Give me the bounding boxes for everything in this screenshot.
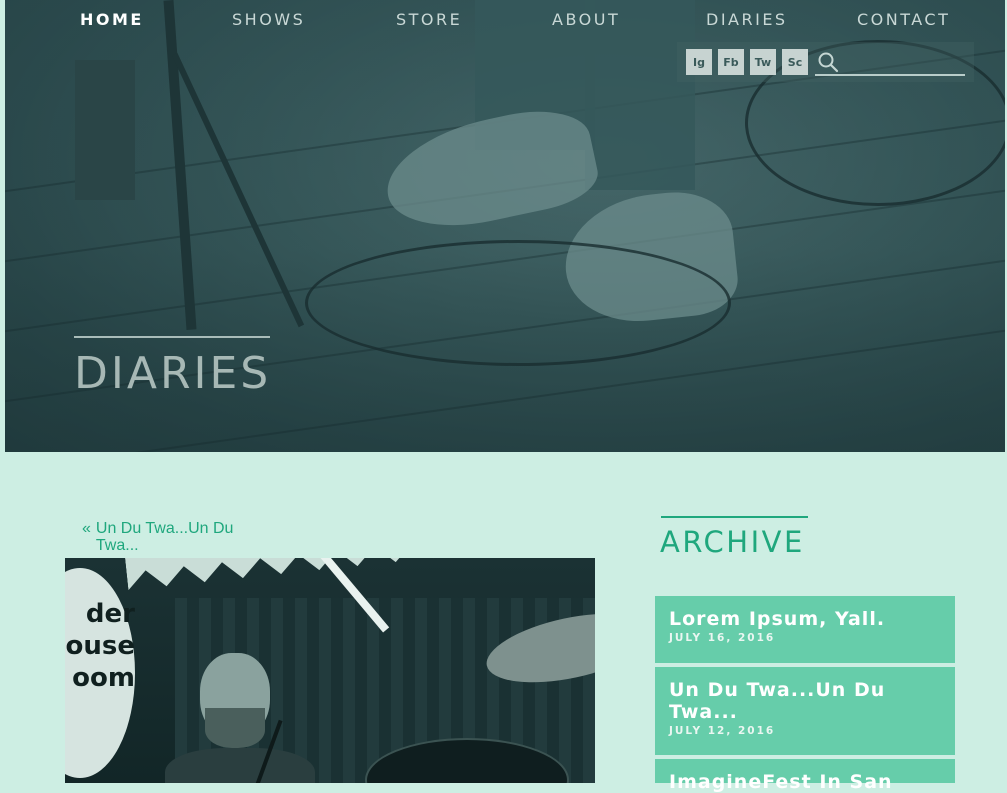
venue-sign-text: der ouse oom	[65, 599, 135, 693]
facebook-icon[interactable]: Fb	[718, 49, 744, 75]
archive-title-rule	[661, 516, 808, 518]
nav-item-contact[interactable]: CONTACT	[857, 10, 950, 29]
archive-item-title: Un Du Twa...Un Du Twa...	[669, 679, 886, 723]
archive-item-date: JULY 12, 2016	[669, 725, 776, 737]
archive-item[interactable]: Lorem Ipsum, Yall. JULY 16, 2016	[655, 596, 955, 663]
search-input[interactable]	[841, 50, 965, 74]
search-box	[815, 50, 965, 76]
search-icon[interactable]	[817, 51, 839, 73]
twitter-icon[interactable]: Tw	[750, 49, 776, 75]
hero-title-rule	[74, 336, 270, 338]
nav-item-diaries[interactable]: DIARIES	[706, 10, 788, 29]
nav-item-store[interactable]: STORE	[396, 10, 462, 29]
nav-item-shows[interactable]: SHOWS	[232, 10, 305, 29]
prev-post-label: Un Du Twa...Un Du Twa...	[95, 520, 234, 554]
nav-item-about[interactable]: ABOUT	[552, 10, 620, 29]
social-bar: Ig Fb Tw Sc	[677, 42, 974, 82]
post-image: der ouse oom	[65, 558, 595, 783]
prev-arrow-icon: «	[82, 520, 91, 537]
archive-item-date: JULY 16, 2016	[669, 632, 776, 644]
archive-item-title: ImagineFest In San	[669, 771, 893, 793]
soundcloud-icon[interactable]: Sc	[782, 49, 808, 75]
main-nav: HOME SHOWS STORE ABOUT DIARIES CONTACT	[5, 0, 1005, 40]
instagram-icon[interactable]: Ig	[686, 49, 712, 75]
archive-item[interactable]: Un Du Twa...Un Du Twa... JULY 12, 2016	[655, 667, 955, 755]
archive-item[interactable]: ImagineFest In San	[655, 759, 955, 793]
archive-heading: ARCHIVE	[660, 525, 805, 559]
nav-item-home[interactable]: HOME	[80, 10, 144, 29]
archive-item-title: Lorem Ipsum, Yall.	[669, 608, 886, 630]
prev-post-link[interactable]: « Un Du Twa...Un Du Twa...	[82, 520, 252, 554]
page-title: DIARIES	[74, 348, 272, 399]
